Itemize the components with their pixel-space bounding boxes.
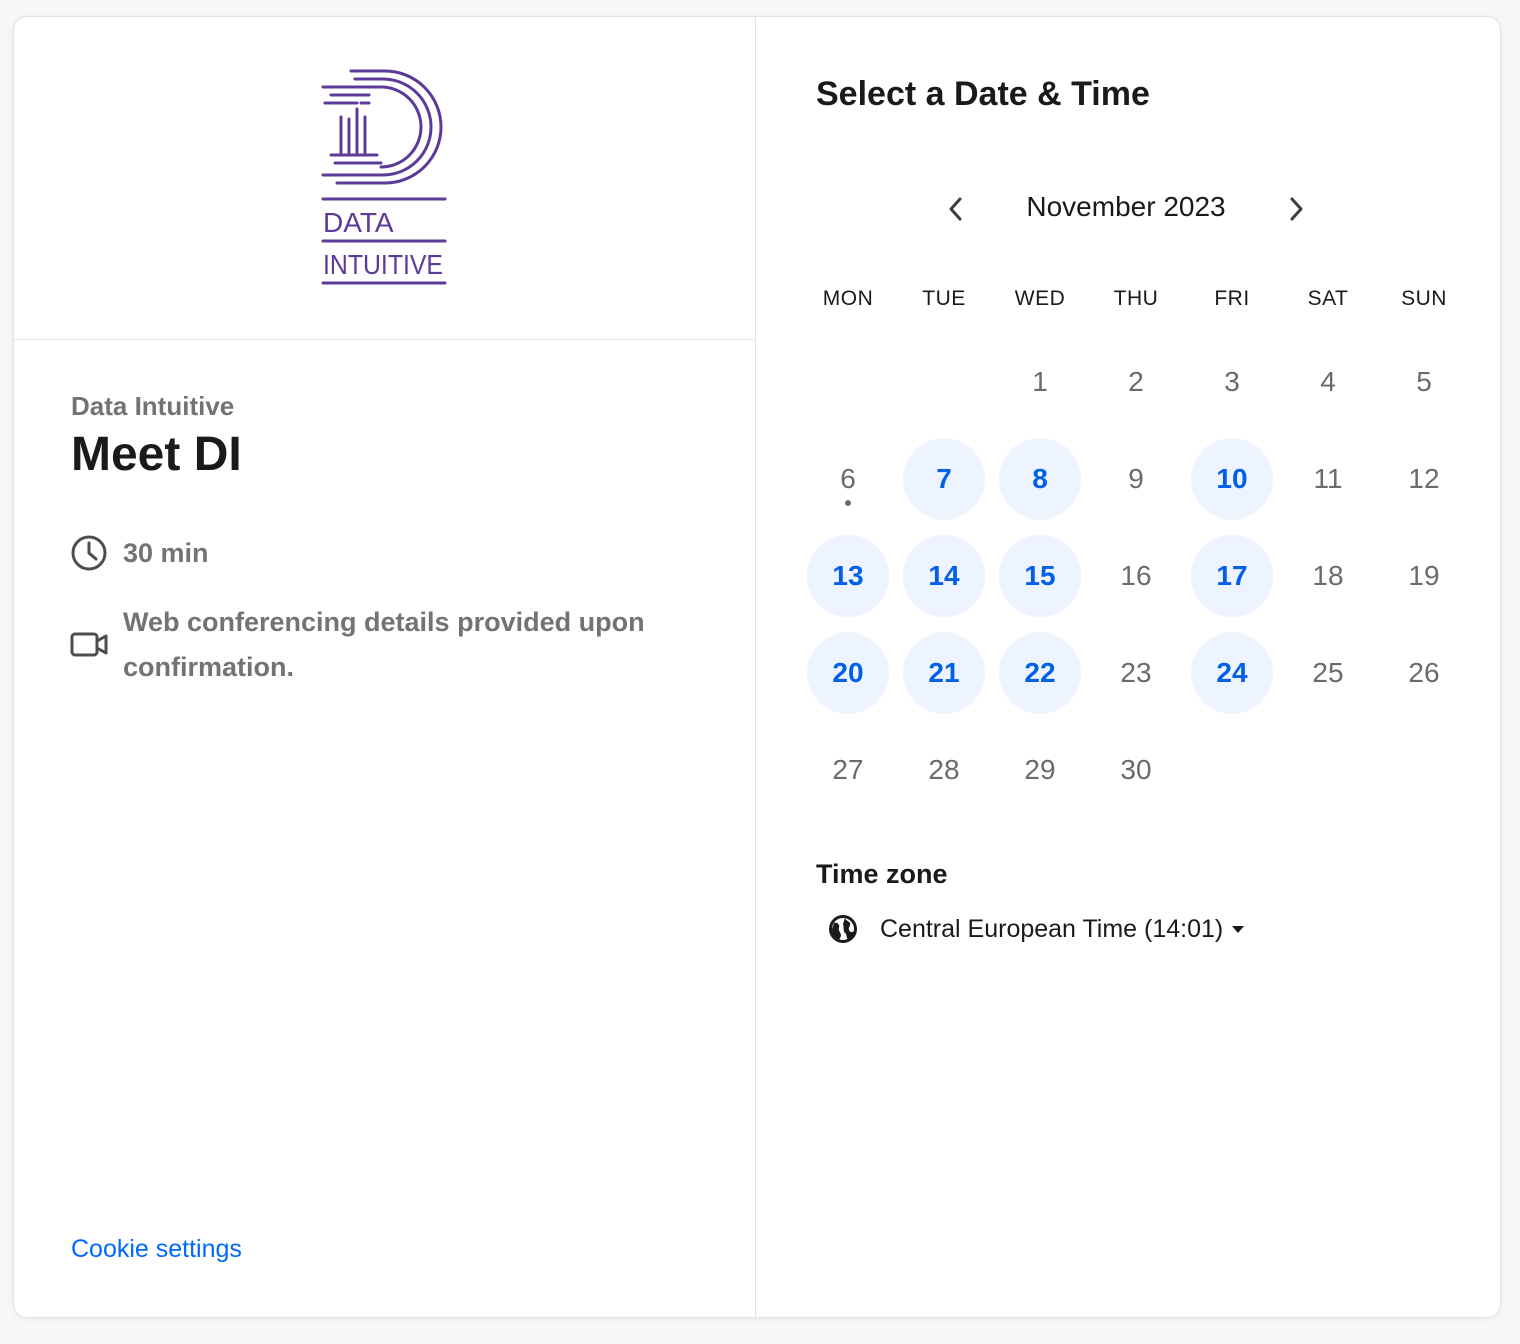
- calendar-day: 2: [1095, 341, 1177, 423]
- event-title: Meet DI: [71, 428, 242, 481]
- conferencing-text: Web conferencing details provided upon c…: [123, 607, 645, 682]
- calendar-day: 25: [1287, 632, 1369, 714]
- day-number: 18: [1312, 560, 1344, 591]
- panel-title: Select a Date & Time: [816, 75, 1150, 113]
- calendar-day: 16: [1095, 535, 1177, 617]
- calendar-day: 6: [807, 438, 889, 520]
- weekday-wed: WED: [1014, 287, 1066, 310]
- logo-text-line2: INTUITIVE: [323, 249, 443, 280]
- month-navigation: November 2023: [936, 185, 1316, 233]
- logo-text-line1: DATA: [323, 207, 394, 238]
- day-number: 9: [1128, 463, 1144, 494]
- calendar-day: 26: [1383, 632, 1465, 714]
- day-number: 15: [1024, 560, 1056, 591]
- calendar-day: 1: [999, 341, 1081, 423]
- timezone-label: Time zone: [816, 859, 948, 889]
- globe-icon: [829, 915, 857, 943]
- calendar-day: 9: [1095, 438, 1177, 520]
- weekday-sat: SAT: [1307, 287, 1349, 310]
- day-number: 12: [1408, 463, 1440, 494]
- calendar-day: 3: [1191, 341, 1273, 423]
- weekday-tue: TUE: [922, 287, 966, 310]
- weekday-sun: SUN: [1401, 287, 1447, 310]
- calendar-day: 12: [1383, 438, 1465, 520]
- day-number: 30: [1120, 754, 1152, 785]
- next-month-button[interactable]: [1276, 189, 1316, 229]
- month-label: November 2023: [1026, 191, 1226, 222]
- calendar-day-available[interactable]: 7: [903, 438, 985, 520]
- day-number: 28: [928, 754, 960, 785]
- calendar-day: 28: [903, 729, 985, 811]
- day-number: 27: [832, 754, 864, 785]
- previous-month-button[interactable]: [936, 189, 976, 229]
- today-indicator-dot: [845, 500, 851, 506]
- calendar-day: 27: [807, 729, 889, 811]
- chevron-right-icon: [1290, 197, 1303, 221]
- day-number: 3: [1224, 366, 1240, 397]
- timezone-value: Central European Time (14:01): [880, 914, 1224, 943]
- weekday-fri: FRI: [1214, 287, 1250, 310]
- calendar-day-available[interactable]: 21: [903, 632, 985, 714]
- day-number: 11: [1313, 463, 1343, 494]
- calendar-day-available[interactable]: 22: [999, 632, 1081, 714]
- calendar-day-available[interactable]: 13: [807, 535, 889, 617]
- day-number: 10: [1216, 463, 1248, 494]
- duration-text: 30 min: [123, 538, 209, 568]
- weekday-header: MON TUE WED THU FRI SAT SUN: [800, 287, 1472, 317]
- data-intuitive-logo: DATA INTUITIVE: [321, 69, 447, 285]
- cookie-settings-link[interactable]: Cookie settings: [71, 1235, 242, 1264]
- organizer-name: Data Intuitive: [71, 391, 235, 421]
- chevron-left-icon: [949, 197, 962, 221]
- day-number: 2: [1128, 366, 1144, 397]
- caret-down-icon: [1232, 926, 1245, 933]
- day-number: 24: [1216, 657, 1248, 688]
- calendar-day-available[interactable]: 14: [903, 535, 985, 617]
- calendar-day-available[interactable]: 10: [1191, 438, 1273, 520]
- day-number: 14: [928, 560, 960, 591]
- event-details-panel: DATA INTUITIVE Data Intuitive Meet DI 30…: [14, 17, 756, 1317]
- day-number: 23: [1120, 657, 1152, 688]
- day-number: 25: [1312, 657, 1344, 688]
- conferencing-row: Web conferencing details provided upon c…: [69, 600, 689, 690]
- calendar-day: 11: [1287, 438, 1369, 520]
- day-number: 21: [928, 657, 960, 688]
- day-number: 13: [832, 560, 864, 591]
- day-number: 22: [1024, 657, 1056, 688]
- duration-row: 30 min: [69, 533, 209, 573]
- scheduling-card: DATA INTUITIVE Data Intuitive Meet DI 30…: [13, 16, 1501, 1318]
- day-number: 16: [1120, 560, 1152, 591]
- calendar-day: 19: [1383, 535, 1465, 617]
- video-camera-icon: [70, 632, 108, 657]
- calendar-day-available[interactable]: 17: [1191, 535, 1273, 617]
- day-number: 6: [840, 463, 856, 494]
- logo-area: DATA INTUITIVE: [14, 17, 755, 340]
- calendar-day: 30: [1095, 729, 1177, 811]
- day-number: 19: [1408, 560, 1440, 591]
- calendar-day-available[interactable]: 15: [999, 535, 1081, 617]
- day-number: 20: [832, 657, 864, 688]
- calendar-grid: 1 2 3 4 5 6 7 8 9 10 11 12 13 14 15 16 17 18 19 20 21 22 23 24 2…: [800, 317, 1472, 785]
- day-number: 29: [1024, 754, 1056, 785]
- day-number: 8: [1032, 463, 1048, 494]
- day-number: 17: [1216, 560, 1248, 591]
- calendar-day: 29: [999, 729, 1081, 811]
- day-number: 7: [936, 463, 952, 494]
- calendar-day: 23: [1095, 632, 1177, 714]
- timezone-select[interactable]: Central European Time (14:01): [828, 909, 1245, 949]
- weekday-thu: THU: [1113, 287, 1159, 310]
- day-number: 4: [1320, 366, 1336, 397]
- calendar-day: 4: [1287, 341, 1369, 423]
- calendar-day-available[interactable]: 24: [1191, 632, 1273, 714]
- weekday-mon: MON: [822, 287, 874, 310]
- clock-icon: [71, 535, 107, 571]
- calendar-day-available[interactable]: 20: [807, 632, 889, 714]
- calendar-day: 5: [1383, 341, 1465, 423]
- calendar-day: 18: [1287, 535, 1369, 617]
- date-time-panel: Select a Date & Time November 2023 MON TU…: [756, 17, 1500, 1317]
- day-number: 5: [1416, 366, 1432, 397]
- day-number: 26: [1408, 657, 1440, 688]
- day-number: 1: [1032, 366, 1048, 397]
- calendar-day-available[interactable]: 8: [999, 438, 1081, 520]
